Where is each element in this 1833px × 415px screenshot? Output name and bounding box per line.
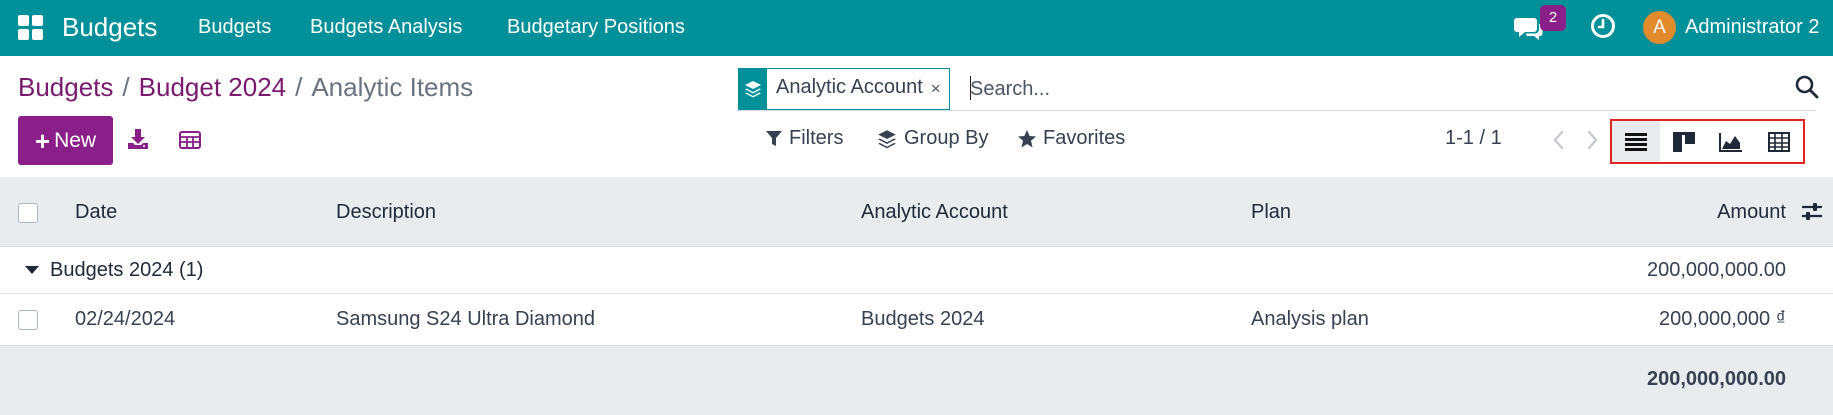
area-chart-icon	[1719, 132, 1743, 152]
facet-label: Analytic Account	[776, 76, 923, 98]
chevron-right-icon[interactable]	[1583, 128, 1601, 152]
menu-item-budgets[interactable]: Budgets	[198, 16, 271, 39]
avatar[interactable]: A	[1643, 11, 1676, 44]
messages-count-badge: 2	[1540, 5, 1566, 31]
pivot-table-icon	[1768, 131, 1791, 152]
search-facet[interactable]: Analytic Account ×	[738, 68, 950, 110]
cell-plan: Analysis plan	[1251, 308, 1369, 330]
layers-icon	[878, 129, 896, 148]
breadcrumb-budgets[interactable]: Budgets	[18, 72, 113, 102]
list-icon	[1624, 132, 1647, 151]
filters-toggle[interactable]: Filters	[765, 127, 843, 150]
pivot-view-button[interactable]	[1755, 121, 1803, 162]
breadcrumb-separator: /	[295, 72, 303, 102]
filter-icon	[766, 130, 782, 146]
favorites-label: Favorites	[1043, 127, 1126, 149]
table-footer: 200,000,000.00	[0, 346, 1833, 415]
kanban-view-button[interactable]	[1660, 121, 1708, 162]
app-name[interactable]: Budgets	[62, 12, 157, 43]
plus-icon: +	[34, 125, 51, 156]
graph-view-button[interactable]	[1708, 121, 1756, 162]
layers-icon	[739, 69, 767, 109]
download-icon[interactable]	[126, 127, 150, 151]
spreadsheet-icon[interactable]	[178, 129, 202, 151]
kanban-icon	[1672, 131, 1695, 152]
column-header-amount[interactable]: Amount	[1717, 201, 1786, 224]
search-bar: Analytic Account ×	[738, 68, 1819, 111]
table-row[interactable]: 02/24/2024 Samsung S24 Ultra Diamond Bud…	[0, 294, 1833, 346]
clock-icon[interactable]	[1590, 13, 1616, 39]
cell-date: 02/24/2024	[75, 308, 176, 330]
column-settings-icon[interactable]	[1800, 201, 1824, 223]
table-header: Date Description Analytic Account Plan A…	[0, 177, 1833, 247]
star-icon	[1018, 129, 1036, 147]
page-title: Analytic Items	[311, 72, 474, 102]
apps-grid-icon[interactable]	[18, 15, 43, 40]
cell-amount: 200,000,000 ₫	[1658, 308, 1786, 330]
view-switcher	[1610, 119, 1805, 164]
column-header-analytic-account[interactable]: Analytic Account	[861, 201, 1008, 224]
group-by-label: Group By	[904, 127, 989, 149]
user-name[interactable]: Administrator 2	[1685, 16, 1820, 39]
select-all-checkbox[interactable]	[18, 203, 38, 223]
group-total: 200,000,000.00	[1646, 259, 1786, 281]
list-view-button[interactable]	[1612, 121, 1660, 162]
breadcrumb: Budgets / Budget 2024 / Analytic Items	[18, 72, 473, 103]
cell-analytic-account: Budgets 2024	[861, 308, 985, 330]
cell-description: Samsung S24 Ultra Diamond	[336, 308, 596, 330]
search-input[interactable]	[970, 74, 1750, 104]
new-button[interactable]: + New	[18, 116, 113, 165]
caret-down-icon	[25, 266, 39, 274]
column-header-date[interactable]: Date	[75, 201, 117, 224]
menu-item-budgets-analysis[interactable]: Budgets Analysis	[310, 16, 462, 39]
group-by-toggle[interactable]: Group By	[876, 127, 988, 150]
column-header-plan[interactable]: Plan	[1251, 201, 1291, 224]
top-navbar: Budgets Budgets Budgets Analysis Budgeta…	[0, 0, 1833, 56]
group-label: Budgets 2024 (1)	[50, 259, 204, 281]
menu-item-budgetary-positions[interactable]: Budgetary Positions	[507, 16, 685, 39]
pager-value[interactable]: 1-1 / 1	[1445, 127, 1502, 150]
search-icon[interactable]	[1794, 74, 1820, 100]
footer-total: 200,000,000.00	[1646, 368, 1786, 390]
filters-label: Filters	[789, 127, 844, 149]
chevron-left-icon[interactable]	[1550, 128, 1568, 152]
facet-remove-icon[interactable]: ×	[931, 69, 949, 109]
breadcrumb-budget-2024[interactable]: Budget 2024	[139, 72, 286, 102]
favorites-toggle[interactable]: Favorites	[1017, 127, 1125, 150]
breadcrumb-separator: /	[122, 72, 130, 102]
group-row[interactable]: Budgets 2024 (1) 200,000,000.00	[0, 247, 1833, 294]
column-header-description[interactable]: Description	[336, 201, 436, 224]
new-button-label: New	[54, 128, 97, 152]
row-checkbox[interactable]	[18, 310, 38, 330]
